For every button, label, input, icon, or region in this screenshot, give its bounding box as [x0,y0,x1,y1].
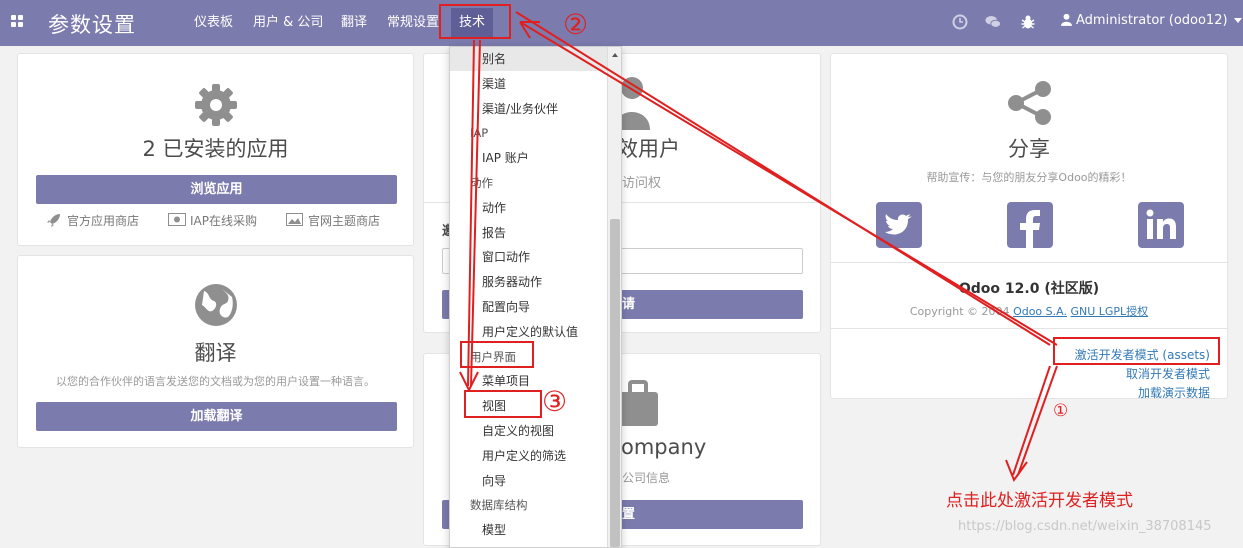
watermark: https://blog.csdn.net/weixin_38708145 [958,519,1212,534]
annotation-arrows [459,11,1058,483]
